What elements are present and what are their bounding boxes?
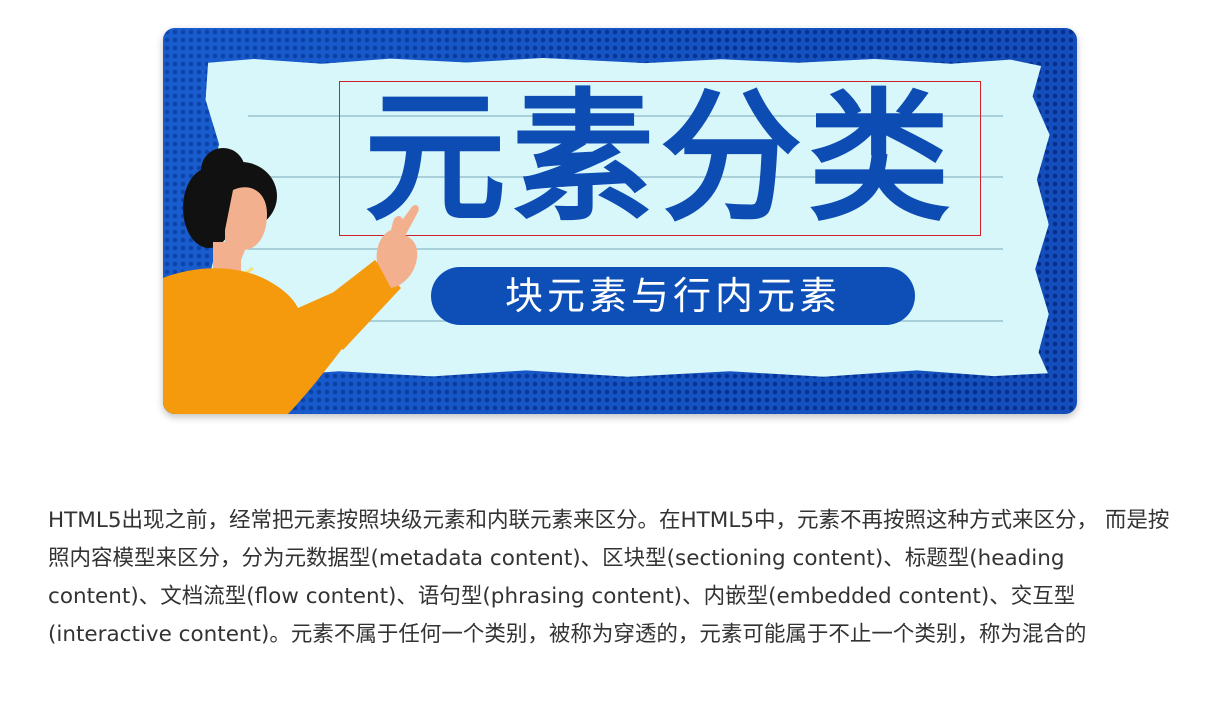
article-paragraph: HTML5出现之前，经常把元素按照块级元素和内联元素来区分。在HTML5中，元素… <box>48 508 1170 647</box>
banner-image: 元素分类 块元素与行内元素 <box>163 28 1077 414</box>
banner-subtitle: 块元素与行内元素 <box>431 267 915 325</box>
pointing-person-illustration <box>163 148 419 414</box>
